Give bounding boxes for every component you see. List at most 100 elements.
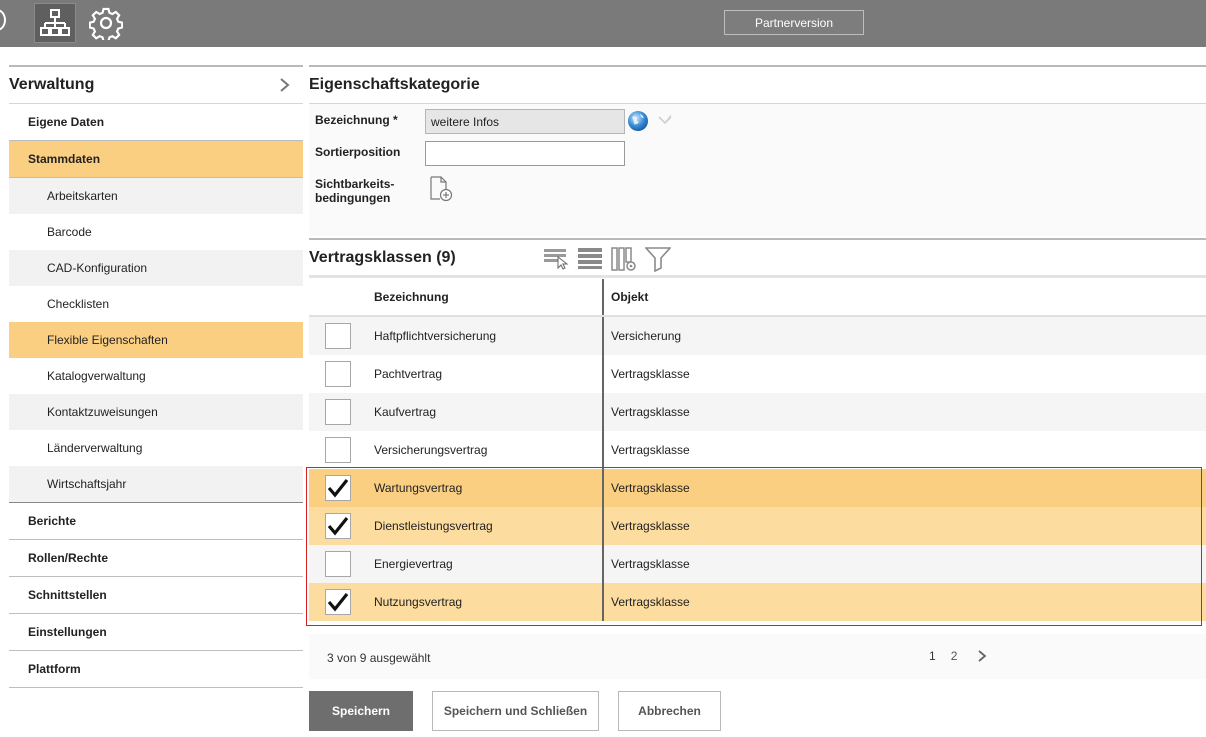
org-chart-icon	[40, 9, 70, 36]
select-rows-icon[interactable]	[543, 246, 569, 270]
cell-bezeichnung: Energievertrag	[367, 545, 604, 583]
table-row[interactable]: Kaufvertrag Vertragsklasse	[309, 393, 1206, 431]
row-checkbox-cell	[309, 317, 367, 355]
sidebar-header[interactable]: Verwaltung	[9, 65, 303, 104]
row-checkbox[interactable]	[325, 437, 351, 463]
pagination: 1 2	[929, 649, 988, 663]
globe-icon[interactable]	[627, 110, 649, 132]
column-header-objekt[interactable]: Objekt	[604, 279, 648, 315]
partner-version-button[interactable]: Partnerversion	[724, 10, 864, 35]
cell-bezeichnung: Wartungsvertrag	[367, 469, 604, 507]
cell-objekt: Vertragsklasse	[611, 443, 690, 457]
sidebar-subitem-arbeitskarten[interactable]: Arbeitskarten	[9, 178, 303, 214]
cell-objekt: Versicherung	[611, 329, 682, 343]
column-header-bezeichnung[interactable]: Bezeichnung	[367, 279, 604, 315]
cell-bezeichnung: Dienstleistungsvertrag	[367, 507, 604, 545]
row-checkbox[interactable]	[325, 475, 351, 501]
sidebar-subitem-kontaktzuweisungen[interactable]: Kontaktzuweisungen	[9, 394, 303, 430]
sidebar-item-eigene-daten[interactable]: Eigene Daten	[9, 104, 303, 141]
table-row[interactable]: Nutzungsvertrag Vertragsklasse	[309, 583, 1206, 621]
bezeichnung-input[interactable]: weitere Infos	[425, 109, 625, 134]
org-chart-button[interactable]	[34, 3, 76, 43]
sichtbarkeits-label-line2: bedingungen	[315, 191, 391, 205]
row-checkbox-cell	[309, 469, 367, 507]
row-density-icon[interactable]	[577, 246, 603, 270]
table-row[interactable]: Versicherungsvertrag Vertragsklasse	[309, 431, 1206, 469]
partial-circle-icon[interactable]	[0, 9, 6, 31]
sidebar-item-einstellungen[interactable]: Einstellungen	[9, 614, 303, 651]
page-2[interactable]: 2	[951, 649, 958, 663]
header-checkbox-cell	[309, 279, 367, 315]
page-1[interactable]: 1	[929, 649, 936, 663]
sidebar-item-plattform[interactable]: Plattform	[9, 651, 303, 688]
filter-icon[interactable]	[645, 246, 671, 272]
sidebar-subgroup: Arbeitskarten Barcode CAD-Konfiguration …	[9, 178, 303, 503]
row-checkbox[interactable]	[325, 551, 351, 577]
chevron-right-icon[interactable]	[279, 77, 291, 93]
row-checkbox-cell	[309, 507, 367, 545]
sidebar-subitem-flexible-eigenschaften[interactable]: Flexible Eigenschaften	[9, 322, 303, 358]
cell-objekt: Vertragsklasse	[611, 367, 690, 381]
checkmark-icon	[327, 517, 349, 536]
row-checkbox-cell	[309, 355, 367, 393]
cell-objekt: Vertragsklasse	[611, 557, 690, 571]
main-content: Eigenschaftskategorie Bezeichnung * weit…	[309, 65, 1206, 236]
grid-header-bar: Vertragsklassen (9)	[309, 238, 1206, 278]
bezeichnung-label: Bezeichnung *	[315, 113, 398, 127]
sortierposition-input[interactable]	[425, 141, 625, 166]
sidebar-subitem-cad-konfiguration[interactable]: CAD-Konfiguration	[9, 250, 303, 286]
sidebar-item-berichte[interactable]: Berichte	[9, 503, 303, 540]
cell-objekt: Vertragsklasse	[611, 481, 690, 495]
grid-footer: 3 von 9 ausgewählt 1 2	[309, 634, 1206, 679]
grid-toolbar	[543, 246, 671, 272]
selection-count: 3 von 9 ausgewählt	[327, 651, 430, 665]
checkmark-icon	[327, 479, 349, 498]
table-row[interactable]: Energievertrag Vertragsklasse	[309, 545, 1206, 583]
cell-bezeichnung: Haftpflichtversicherung	[367, 317, 604, 355]
row-checkbox[interactable]	[325, 513, 351, 539]
row-checkbox-cell	[309, 393, 367, 431]
row-checkbox[interactable]	[325, 361, 351, 387]
save-and-close-button[interactable]: Speichern und Schließen	[432, 691, 599, 731]
cell-objekt: Vertragsklasse	[611, 519, 690, 533]
save-button[interactable]: Speichern	[309, 691, 413, 731]
property-category-form: Bezeichnung * weitere Infos Sortierposit…	[309, 104, 1206, 236]
cell-bezeichnung: Nutzungsvertrag	[367, 583, 604, 621]
chevron-right-icon[interactable]	[976, 649, 988, 663]
chevron-down-icon[interactable]	[657, 114, 673, 126]
row-checkbox[interactable]	[325, 323, 351, 349]
settings-button[interactable]	[86, 4, 126, 42]
add-condition-icon[interactable]	[428, 176, 454, 202]
column-settings-icon[interactable]	[611, 246, 637, 272]
row-checkbox-cell	[309, 545, 367, 583]
sidebar-subitem-checklisten[interactable]: Checklisten	[9, 286, 303, 322]
row-checkbox[interactable]	[325, 399, 351, 425]
selected-count-number: 3	[327, 651, 334, 665]
table-row[interactable]: Haftpflichtversicherung Versicherung	[309, 317, 1206, 355]
checkmark-icon	[327, 593, 349, 612]
selected-count-text: von 9 ausgewählt	[337, 651, 431, 665]
grid-title: Vertragsklassen (9)	[309, 248, 456, 266]
cancel-button[interactable]: Abbrechen	[618, 691, 721, 731]
row-checkbox-cell	[309, 583, 367, 621]
table-row[interactable]: Wartungsvertrag Vertragsklasse	[309, 469, 1206, 507]
section-title: Eigenschaftskategorie	[309, 65, 1206, 104]
row-checkbox[interactable]	[325, 589, 351, 615]
sidebar-item-schnittstellen[interactable]: Schnittstellen	[9, 577, 303, 614]
top-bar: Partnerversion	[0, 0, 1206, 47]
cell-bezeichnung: Versicherungsvertrag	[367, 431, 604, 469]
sidebar-title: Verwaltung	[9, 76, 95, 93]
sidebar-subitem-barcode[interactable]: Barcode	[9, 214, 303, 250]
sidebar-subitem-laenderverwaltung[interactable]: Länderverwaltung	[9, 430, 303, 466]
sichtbarkeits-label-line1: Sichtbarkeits-	[315, 177, 395, 191]
sidebar-item-stammdaten[interactable]: Stammdaten	[9, 141, 303, 178]
sidebar-subitem-wirtschaftsjahr[interactable]: Wirtschaftsjahr	[9, 466, 303, 502]
sichtbarkeitsbedingungen-label: Sichtbarkeits- bedingungen	[315, 177, 394, 205]
table-row[interactable]: Dienstleistungsvertrag Vertragsklasse	[309, 507, 1206, 545]
sidebar-subitem-katalogverwaltung[interactable]: Katalogverwaltung	[9, 358, 303, 394]
table-row[interactable]: Pachtvertrag Vertragsklasse	[309, 355, 1206, 393]
cell-bezeichnung: Kaufvertrag	[367, 393, 604, 431]
sidebar-item-rollen-rechte[interactable]: Rollen/Rechte	[9, 540, 303, 577]
gear-icon	[89, 7, 123, 40]
sidebar: Verwaltung Eigene Daten Stammdaten Arbei…	[9, 65, 303, 688]
